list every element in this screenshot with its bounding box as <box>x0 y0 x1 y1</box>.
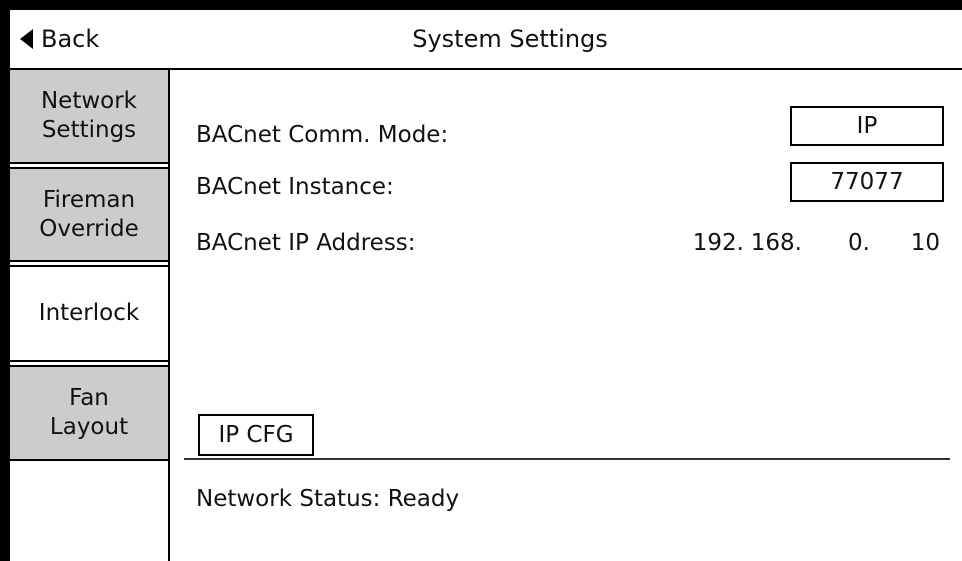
tab-divider <box>10 459 168 461</box>
ip-octet-1[interactable]: 192. <box>686 230 744 256</box>
network-status-text: Network Status: Ready <box>196 486 460 512</box>
tab-network-settings[interactable]: Network Settings <box>10 70 168 162</box>
back-label: Back <box>41 25 100 53</box>
header-bar: Back System Settings <box>10 10 962 70</box>
ip-octet-2[interactable]: 168. <box>744 230 802 256</box>
window-frame-left <box>0 0 10 561</box>
divider <box>184 458 950 460</box>
ip-octet-4[interactable]: 10 <box>888 230 940 256</box>
back-button[interactable]: Back <box>10 10 170 68</box>
tab-divider <box>10 162 168 164</box>
instance-label: BACnet Instance: <box>196 174 394 200</box>
tab-interlock[interactable]: Interlock <box>10 267 168 360</box>
tab-fireman-override[interactable]: Fireman Override <box>10 169 168 260</box>
instance-field[interactable]: 77077 <box>790 162 944 202</box>
window-frame-top <box>0 0 962 10</box>
comm-mode-field[interactable]: IP <box>790 106 944 146</box>
tab-divider <box>10 260 168 262</box>
comm-mode-label: BACnet Comm. Mode: <box>196 122 449 148</box>
ip-cfg-button[interactable]: IP CFG <box>198 414 314 456</box>
ip-address-label: BACnet IP Address: <box>196 230 416 256</box>
back-arrow-icon <box>20 29 33 49</box>
sidebar: Network Settings Fireman Override Interl… <box>10 70 170 561</box>
settings-panel: BACnet Comm. Mode: IP BACnet Instance: 7… <box>172 72 962 561</box>
tab-fan-layout[interactable]: Fan Layout <box>10 367 168 459</box>
tab-divider <box>10 360 168 362</box>
page-title: System Settings <box>412 25 608 53</box>
ip-octet-3[interactable]: 0. <box>812 230 870 256</box>
